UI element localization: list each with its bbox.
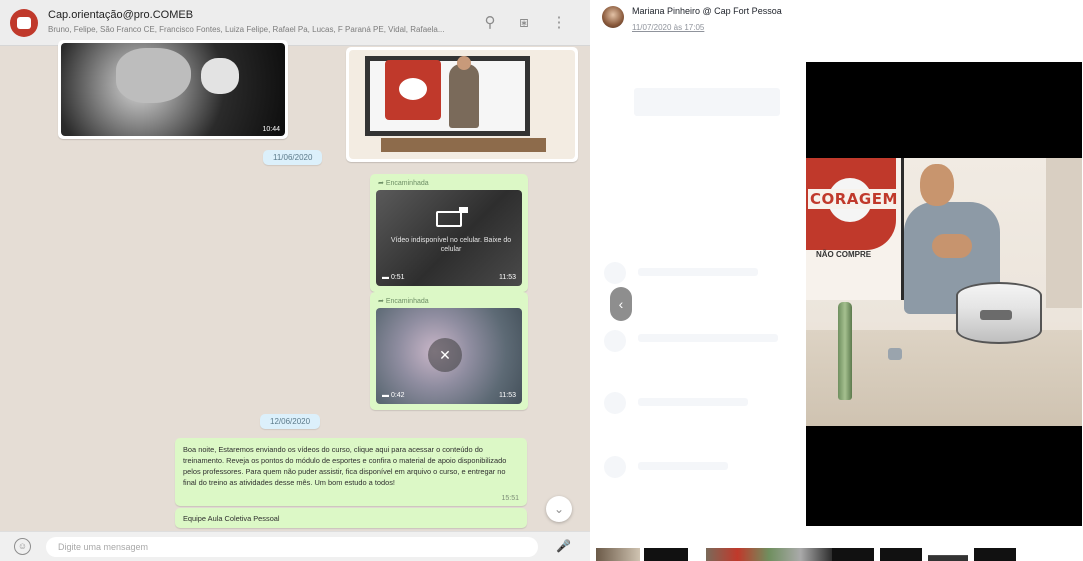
- emoji-icon[interactable]: ☺: [14, 538, 31, 555]
- chevron-left-icon[interactable]: ‹: [610, 287, 632, 321]
- message-time: 11:53: [499, 392, 516, 399]
- letterbox-bottom: [806, 426, 1082, 526]
- video-duration: 0:51: [382, 274, 405, 281]
- text-message[interactable]: Boa noite, Estaremos enviando os vídeos …: [175, 438, 527, 506]
- thumbnail[interactable]: [596, 548, 640, 561]
- faded-avatar: [604, 330, 626, 352]
- forwarded-video-message[interactable]: ➦ Encaminhada Vídeo indisponível no celu…: [370, 174, 528, 292]
- faded-panel: [634, 88, 780, 116]
- date-divider: 11/06/2020: [263, 150, 323, 165]
- thumbnail-strip: [594, 546, 1083, 561]
- message-time: 15:51: [501, 495, 519, 502]
- video-unavailable-text: Vídeo indisponível no celular. Baixe do …: [390, 237, 512, 253]
- forwarded-video-message[interactable]: ➦ Encaminhada ✕ 0:42 11:53: [370, 292, 528, 410]
- forwarded-label: ➦ Encaminhada: [378, 179, 429, 187]
- text-message[interactable]: Equipe Aula Coletiva Pessoal: [175, 508, 527, 528]
- download-cancel-icon[interactable]: ✕: [428, 338, 462, 372]
- thumbnail[interactable]: [880, 548, 922, 561]
- video-frame-image: CORAGEM NÃO COMPRE: [806, 158, 1082, 426]
- banner-text: CORAGEM: [808, 189, 900, 209]
- faded-avatar: [604, 262, 626, 284]
- forward-icon: ➦: [378, 180, 384, 187]
- letterbox-top: [806, 62, 1082, 158]
- spray-bottle: [838, 302, 852, 400]
- video-viewer: Mariana Pinheiro @ Cap Fort Pessoa 11/07…: [594, 0, 1083, 561]
- chevron-down-icon[interactable]: ⌄: [546, 496, 572, 522]
- presenter-hands: [932, 234, 972, 258]
- video-thumbnail[interactable]: Vídeo indisponível no celular. Baixe do …: [376, 190, 522, 286]
- banner-logo: [385, 60, 441, 120]
- group-name[interactable]: Cap.orientação@pro.COMEB: [48, 9, 193, 21]
- table-figure: [381, 138, 546, 152]
- video-player[interactable]: CORAGEM NÃO COMPRE: [806, 62, 1082, 526]
- person-figure: [449, 56, 479, 128]
- fist-bump-image[interactable]: [61, 43, 285, 136]
- coragem-banner: CORAGEM NÃO COMPRE: [806, 158, 904, 300]
- forwarded-label-text: Encaminhada: [385, 298, 429, 305]
- thumbnail[interactable]: [644, 548, 688, 561]
- faded-line: [638, 334, 778, 342]
- thumbnail[interactable]: [832, 548, 874, 561]
- message-input[interactable]: [46, 537, 538, 557]
- kebab-menu-icon[interactable]: ⋮: [549, 13, 569, 33]
- wall: [1046, 158, 1082, 308]
- mic-icon[interactable]: 🎤: [556, 539, 571, 555]
- video-thumbnail[interactable]: ✕ 0:42 11:53: [376, 308, 522, 404]
- image-message[interactable]: 10:44: [58, 40, 288, 139]
- screen: Cap.orientação@pro.COMEB Bruno, Felipe, …: [0, 0, 1083, 561]
- banner-subtext: NÃO COMPRE: [816, 250, 872, 259]
- faded-avatar: [604, 456, 626, 478]
- image-message[interactable]: [346, 47, 578, 162]
- small-object: [888, 348, 902, 360]
- snare-drum: [956, 282, 1042, 344]
- faded-line: [638, 268, 758, 276]
- video-duration: 0:42: [382, 392, 405, 399]
- faded-line: [638, 398, 748, 406]
- message-time: 10:44: [262, 126, 280, 133]
- group-avatar[interactable]: [10, 9, 38, 37]
- thumbnail[interactable]: [706, 548, 832, 561]
- post-date[interactable]: 11/07/2020 às 17:05: [632, 23, 704, 32]
- thumbnail[interactable]: [974, 548, 1016, 561]
- forwarded-label-text: Encaminhada: [385, 180, 429, 187]
- forwarded-label: ➦ Encaminhada: [378, 297, 429, 305]
- date-divider: 12/06/2020: [260, 414, 321, 429]
- composer-bar: ☺ 🎤: [0, 531, 590, 561]
- poster-name[interactable]: Mariana Pinheiro @ Cap Fort Pessoa: [632, 6, 782, 16]
- chat-window: Cap.orientação@pro.COMEB Bruno, Felipe, …: [0, 0, 590, 561]
- video-camera-icon: [436, 207, 468, 227]
- forward-icon: ➦: [378, 298, 384, 305]
- message-text: Boa noite, Estaremos enviando os vídeos …: [183, 445, 507, 487]
- message-time: 11:53: [499, 274, 516, 281]
- message-signature: Equipe Aula Coletiva Pessoal: [183, 514, 280, 523]
- faded-line: [638, 462, 728, 470]
- faded-avatar: [604, 392, 626, 414]
- classroom-banner-image[interactable]: [349, 50, 575, 159]
- avatar[interactable]: [602, 6, 624, 28]
- thumbnail[interactable]: [928, 548, 968, 561]
- paperclip-icon[interactable]: ⧆: [514, 13, 534, 33]
- search-icon[interactable]: ⚲: [480, 13, 500, 33]
- group-members: Bruno, Felipe, São Franco CE, Francisco …: [48, 25, 445, 34]
- presenter-head: [920, 164, 954, 206]
